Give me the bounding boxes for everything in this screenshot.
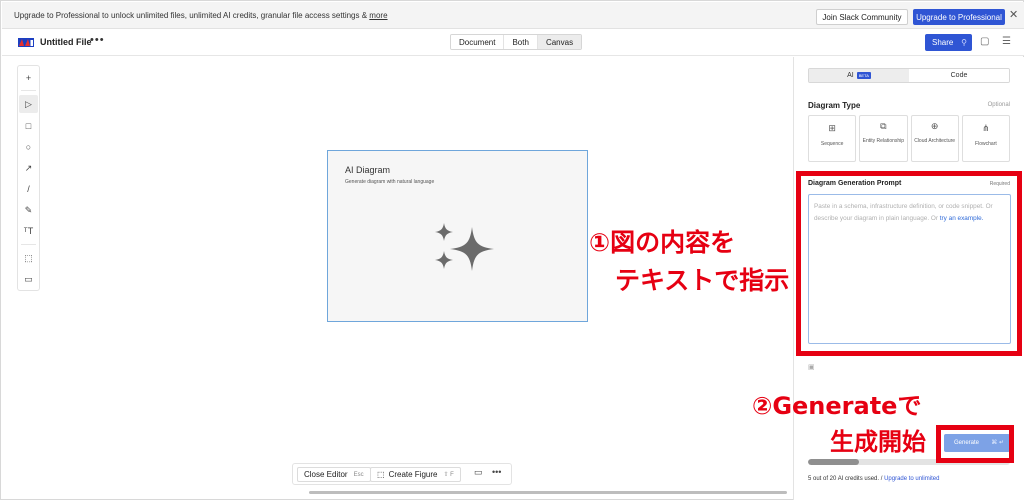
banner-message-text: Upgrade to Professional to unlock unlimi… bbox=[14, 10, 368, 20]
close-icon[interactable]: ✕ bbox=[1009, 8, 1018, 21]
file-menu-more-icon[interactable]: ••• bbox=[90, 34, 105, 46]
join-slack-button[interactable]: Join Slack Community bbox=[816, 9, 908, 25]
tab-document[interactable]: Document bbox=[451, 35, 505, 49]
create-figure-label: Create Figure bbox=[388, 470, 438, 479]
banner-more-link[interactable]: more bbox=[369, 11, 387, 20]
file-title[interactable]: Untitled File bbox=[40, 37, 92, 47]
beta-badge: BETA bbox=[856, 72, 871, 79]
arrow-tool-icon[interactable]: ↗ bbox=[19, 159, 38, 177]
cloud-architecture-icon: ⊕ bbox=[930, 121, 939, 131]
attachment-icon[interactable]: ▣ bbox=[808, 363, 815, 371]
rectangle-tool-icon[interactable]: □ bbox=[19, 117, 38, 135]
tab-code[interactable]: Code bbox=[909, 69, 1009, 82]
diagram-type-options: ⊞ Sequence ⧉ Entity Relationship ⊕ Cloud… bbox=[808, 115, 1010, 162]
app-window: Upgrade to Professional to unlock unlimi… bbox=[0, 0, 1024, 500]
comment-tool-icon[interactable]: ▭ bbox=[19, 270, 38, 288]
type-cloud-architecture[interactable]: ⊕ Cloud Architecture bbox=[910, 115, 959, 162]
tab-both[interactable]: Both bbox=[504, 35, 538, 49]
select-tool-icon[interactable]: ▷ bbox=[19, 95, 38, 113]
optional-label: Optional bbox=[987, 102, 1010, 108]
app-logo-icon[interactable] bbox=[18, 38, 34, 47]
flowchart-icon: ⋔ bbox=[982, 123, 990, 133]
mode-tabs: AI BETA Code bbox=[808, 68, 1010, 83]
annotation-box-prompt bbox=[796, 171, 1022, 356]
top-bar: Untitled File ••• Document Both Canvas S… bbox=[2, 29, 1024, 56]
credits-progress-fill bbox=[808, 459, 859, 465]
toolbar-divider bbox=[21, 244, 36, 245]
link-icon: ⚲ bbox=[961, 38, 967, 47]
close-editor-shortcut: Esc bbox=[353, 471, 364, 478]
sparkle-icon bbox=[435, 223, 494, 271]
tab-canvas[interactable]: Canvas bbox=[537, 35, 582, 49]
create-figure-button[interactable]: ⬚ Create Figure ⇧ F bbox=[370, 467, 461, 482]
view-tabs: Document Both Canvas bbox=[450, 34, 583, 50]
annotation-step2-line1: ②Generateで bbox=[752, 392, 922, 420]
horizontal-scrollbar[interactable] bbox=[309, 491, 787, 494]
create-figure-icon: ⬚ bbox=[377, 470, 385, 479]
bottom-action-bar: Close Editor Esc ⬚ Create Figure ⇧ F ▭ •… bbox=[292, 463, 512, 485]
annotation-box-generate bbox=[936, 425, 1014, 463]
sequence-icon: ⊞ bbox=[828, 123, 836, 133]
more-options-icon[interactable]: ••• bbox=[492, 467, 501, 477]
type-label: Cloud Architecture bbox=[914, 138, 956, 144]
frame-tool-icon[interactable]: ⬚ bbox=[19, 249, 38, 267]
outline-icon[interactable]: ☰ bbox=[1002, 36, 1011, 47]
comment-icon[interactable]: ▢ bbox=[980, 36, 989, 47]
annotation-step1-line1: ①図の内容を bbox=[589, 228, 736, 257]
annotation-step2-line2: 生成開始 bbox=[830, 428, 926, 456]
type-label: Entity Relationship bbox=[862, 138, 905, 144]
comment-icon[interactable]: ▭ bbox=[474, 467, 483, 478]
upgrade-unlimited-link[interactable]: Upgrade to unlimited bbox=[884, 476, 939, 482]
credits-status: 5 out of 20 AI credits used. / Upgrade t… bbox=[808, 476, 939, 482]
upgrade-banner: Upgrade to Professional to unlock unlimi… bbox=[2, 2, 1024, 29]
banner-message: Upgrade to Professional to unlock unlimi… bbox=[14, 11, 388, 20]
diagram-type-title: Diagram Type bbox=[808, 101, 861, 110]
card-subtitle: Generate diagram with natural language bbox=[345, 179, 435, 185]
ai-diagram-card[interactable]: AI Diagram Generate diagram with natural… bbox=[327, 150, 588, 322]
type-sequence[interactable]: ⊞ Sequence bbox=[808, 115, 857, 162]
ellipse-tool-icon[interactable]: ○ bbox=[19, 138, 38, 156]
type-label: Sequence bbox=[820, 141, 844, 147]
credits-text: 5 out of 20 AI credits used. / bbox=[808, 476, 883, 482]
card-title: AI Diagram bbox=[345, 165, 391, 175]
upgrade-professional-button[interactable]: Upgrade to Professional bbox=[913, 9, 1005, 25]
text-tool-icon[interactable]: ᵀT bbox=[19, 222, 38, 240]
type-label: Flowchart bbox=[975, 141, 997, 147]
entity-relationship-icon: ⧉ bbox=[880, 121, 887, 131]
create-figure-shortcut: ⇧ F bbox=[443, 472, 454, 478]
type-flowchart[interactable]: ⋔ Flowchart bbox=[961, 115, 1010, 162]
close-editor-button[interactable]: Close Editor Esc bbox=[297, 467, 371, 482]
close-editor-label: Close Editor bbox=[304, 470, 348, 479]
canvas-toolbar: + ▷ □ ○ ↗ / ✎ ᵀT ⬚ ▭ bbox=[17, 65, 40, 291]
toolbar-divider bbox=[21, 90, 36, 91]
share-button[interactable]: Share ⚲ bbox=[925, 34, 972, 51]
share-label: Share bbox=[932, 38, 954, 47]
tab-ai-label: AI bbox=[847, 72, 854, 79]
tab-ai[interactable]: AI BETA bbox=[809, 69, 909, 82]
pencil-tool-icon[interactable]: ✎ bbox=[19, 201, 38, 219]
annotation-step1-line2: テキストで指示 bbox=[615, 266, 790, 295]
add-shape-icon[interactable]: + bbox=[19, 69, 38, 87]
type-entity-relationship[interactable]: ⧉ Entity Relationship bbox=[859, 115, 908, 162]
line-tool-icon[interactable]: / bbox=[19, 180, 38, 198]
